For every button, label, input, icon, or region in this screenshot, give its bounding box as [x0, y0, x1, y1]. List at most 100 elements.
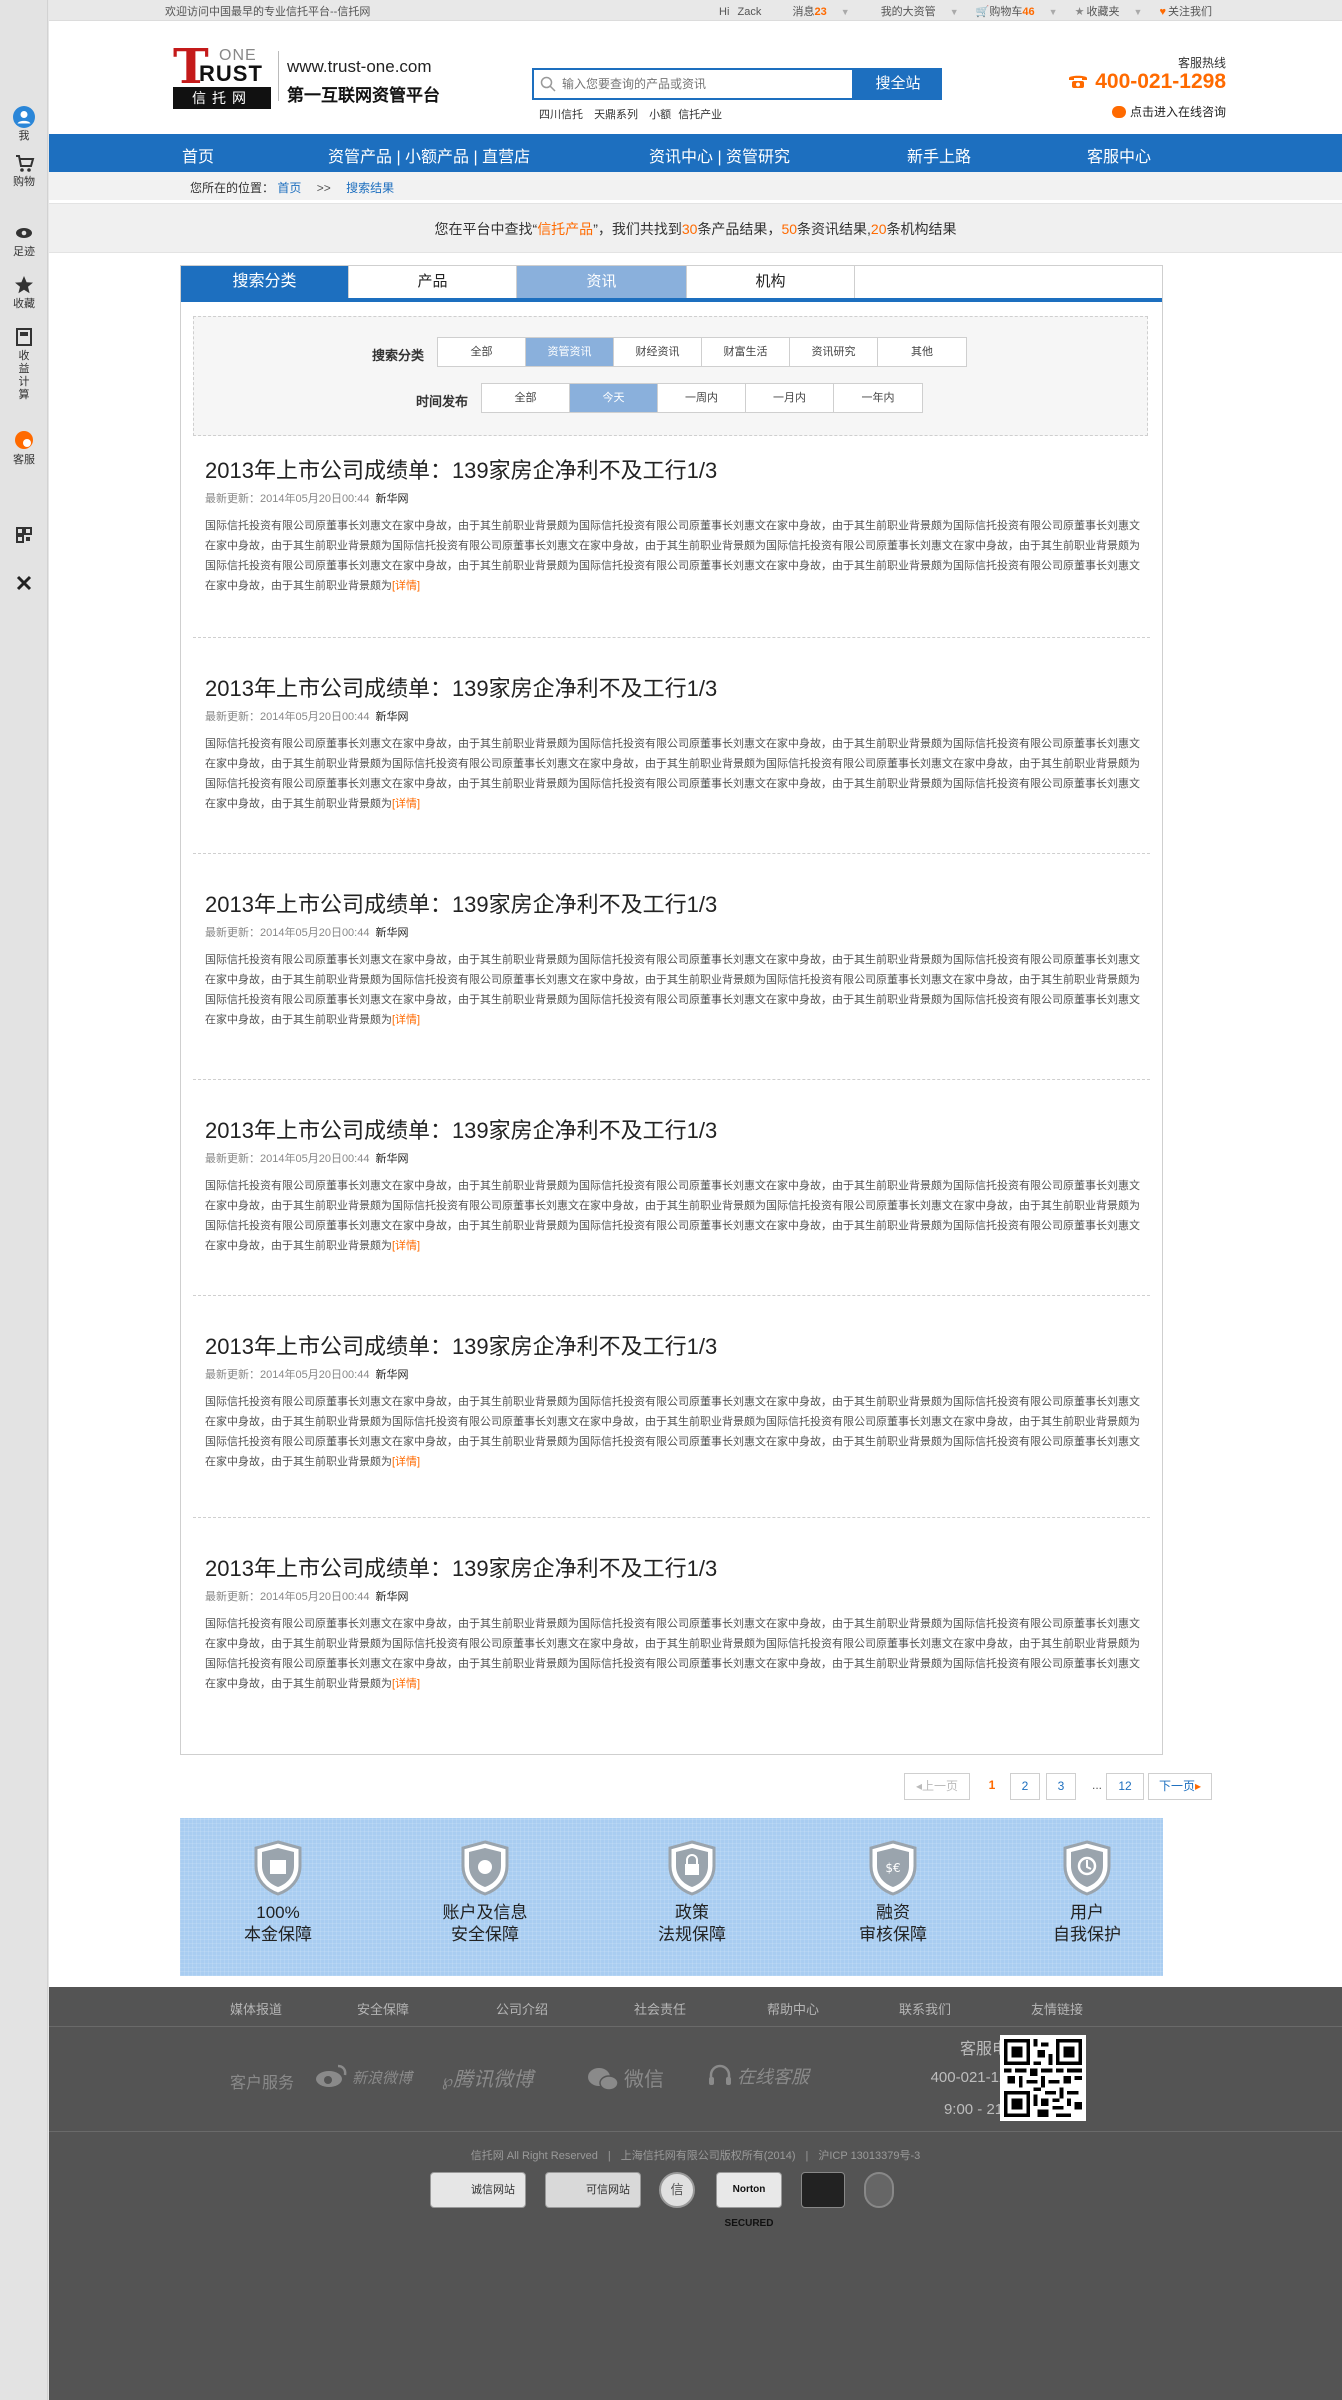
footer-link[interactable]: 联系我们	[899, 1999, 951, 2018]
nav-item-products[interactable]: 资管产品 | 小额产品 | 直营店	[328, 143, 530, 167]
search-button[interactable]: 搜全站	[854, 68, 942, 100]
header: T ONE RUST 信托网 www.trust-one.com 第一互联网资管…	[49, 21, 1342, 134]
footer-link[interactable]: 公司介绍	[496, 1999, 548, 2018]
category-option-research[interactable]: 资讯研究	[790, 338, 878, 366]
news-detail-link[interactable]: [详情]	[392, 798, 420, 810]
sidebar-item-cart[interactable]: 购物	[0, 152, 48, 189]
category-option-other[interactable]: 其他	[878, 338, 966, 366]
category-option-wealth-life[interactable]: 财富生活	[702, 338, 790, 366]
messages-label: 消息	[792, 6, 815, 18]
footer-link[interactable]: 媒体报道	[230, 1999, 282, 2018]
sidebar-item-me[interactable]: 我	[0, 106, 48, 143]
news-detail-link[interactable]: [详情]	[392, 1014, 420, 1026]
news-summary-text: 国际信托投资有限公司原董事长刘惠文在家中身故，由于其生前职业背景颇为国际信托投资…	[205, 738, 1140, 810]
sidebar-item-calculator[interactable]: 收益计算	[0, 326, 48, 402]
my-assets-link[interactable]: 我的大资管 ▼	[867, 6, 959, 18]
hot-word[interactable]: 四川信托	[539, 109, 583, 121]
news-detail-link[interactable]: [详情]	[392, 1240, 420, 1252]
nav-item-beginner[interactable]: 新手上路	[907, 143, 971, 167]
sidebar-item-service[interactable]: 客服	[0, 430, 48, 467]
category-option-asset-news[interactable]: 资管资讯	[526, 338, 614, 366]
username[interactable]: Zack	[738, 6, 762, 18]
news-title[interactable]: 2013年上市公司成绩单：139家房企净利不及工行1/3	[205, 1117, 1140, 1145]
nav-item-service[interactable]: 客服中心	[1087, 143, 1151, 167]
news-detail-link[interactable]: [详情]	[392, 580, 420, 592]
time-option-all[interactable]: 全部	[482, 384, 570, 412]
online-service-link[interactable]: 点击进入在线咨询	[1111, 103, 1226, 120]
prev-page-button[interactable]: ◂上一页	[904, 1773, 970, 1800]
news-detail-link[interactable]: [详情]	[392, 1456, 420, 1468]
breadcrumb-current[interactable]: 搜索结果	[346, 181, 394, 195]
follow-link[interactable]: ♥ 关注我们	[1159, 6, 1212, 18]
sidebar-item-close[interactable]	[0, 572, 48, 596]
sidebar-item-favorites[interactable]: 收藏	[0, 274, 48, 311]
news-title[interactable]: 2013年上市公司成绩单：139家房企净利不及工行1/3	[205, 1333, 1140, 1361]
search-input[interactable]	[562, 74, 848, 94]
credit-seal-badge[interactable]: 信	[659, 2172, 695, 2208]
wechat-link[interactable]: 微信	[586, 2063, 664, 2092]
breadcrumb-home[interactable]: 首页	[277, 181, 301, 195]
footer-link[interactable]: 社会责任	[634, 1999, 686, 2018]
norton-badge[interactable]: Norton SECURED	[716, 2172, 782, 2229]
time-option-year[interactable]: 一年内	[834, 384, 922, 412]
hot-word[interactable]: 天鼎系列	[594, 109, 638, 121]
category-option-finance-news[interactable]: 财经资讯	[614, 338, 702, 366]
sidebar-item-label: 客服	[13, 454, 35, 466]
news-title[interactable]: 2013年上市公司成绩单：139家房企净利不及工行1/3	[205, 457, 1140, 485]
news-updated: 最新更新：2014年05月20日00:44	[205, 1591, 370, 1603]
category-option-all[interactable]: 全部	[438, 338, 526, 366]
tab-organizations[interactable]: 机构	[687, 266, 855, 298]
tab-news[interactable]: 资讯	[517, 266, 687, 298]
footer-link[interactable]: 安全保障	[357, 1999, 409, 2018]
news-updated: 最新更新：2014年05月20日00:44	[205, 1369, 370, 1381]
page-button-last[interactable]: 12	[1106, 1773, 1144, 1800]
tab-products[interactable]: 产品	[349, 266, 517, 298]
news-detail-link[interactable]: [详情]	[392, 1678, 420, 1690]
sidebar-item-qrcode[interactable]	[0, 524, 48, 548]
favorites-label: 收藏夹	[1086, 6, 1120, 18]
news-title[interactable]: 2013年上市公司成绩单：139家房企净利不及工行1/3	[205, 1555, 1140, 1583]
next-page-button[interactable]: 下一页▸	[1148, 1773, 1212, 1800]
sidebar-item-history[interactable]: 足迹	[0, 222, 48, 259]
qrcode-icon	[1004, 2039, 1082, 2117]
hot-word[interactable]: 小额	[649, 109, 671, 121]
time-option-today[interactable]: 今天	[570, 384, 658, 412]
news-title[interactable]: 2013年上市公司成绩单：139家房企净利不及工行1/3	[205, 675, 1140, 703]
category-filter-label: 搜索分类	[372, 348, 425, 363]
police-badge[interactable]	[801, 2172, 845, 2208]
news-summary-text: 国际信托投资有限公司原董事长刘惠文在家中身故，由于其生前职业背景颇为国际信托投资…	[205, 520, 1140, 592]
messages-link[interactable]: 消息23 ▼	[778, 6, 849, 18]
footer-link[interactable]: 友情链接	[1031, 1999, 1083, 2018]
news-result: 2013年上市公司成绩单：139家房企净利不及工行1/3 最新更新：2014年0…	[205, 457, 1140, 596]
news-updated: 最新更新：2014年05月20日00:44	[205, 1153, 370, 1165]
time-option-month[interactable]: 一月内	[746, 384, 834, 412]
news-summary-text: 国际信托投资有限公司原董事长刘惠文在家中身故，由于其生前职业背景颇为国际信托投资…	[205, 1396, 1140, 1468]
guarantee-line1: 100%	[256, 1903, 300, 1922]
news-result: 2013年上市公司成绩单：139家房企净利不及工行1/3 最新更新：2014年0…	[205, 891, 1140, 1030]
emblem-badge[interactable]	[864, 2172, 894, 2208]
logo-rust-text: RUST	[199, 61, 263, 86]
nav-item-news[interactable]: 资讯中心 | 资管研究	[649, 143, 790, 167]
page-button-current[interactable]: 1	[978, 1773, 1006, 1800]
news-result: 2013年上市公司成绩单：139家房企净利不及工行1/3 最新更新：2014年0…	[205, 1117, 1140, 1256]
chat-icon	[15, 431, 33, 449]
favorites-link[interactable]: ★ 收藏夹 ▼	[1075, 6, 1143, 18]
time-option-week[interactable]: 一周内	[658, 384, 746, 412]
main-nav: 首页 资管产品 | 小额产品 | 直营店 资讯中心 | 资管研究 新手上路 客服…	[49, 134, 1342, 172]
wechat-label: 微信	[624, 2069, 664, 2091]
breadcrumb-prefix: 您所在的位置：	[190, 181, 275, 195]
credit-site-badge[interactable]: 诚信网站	[430, 2172, 526, 2208]
news-title[interactable]: 2013年上市公司成绩单：139家房企净利不及工行1/3	[205, 891, 1140, 919]
weibo-link[interactable]: 新浪微博	[314, 2063, 412, 2089]
news-summary: 国际信托投资有限公司原董事长刘惠文在家中身故，由于其生前职业背景颇为国际信托投资…	[205, 516, 1140, 596]
hot-word[interactable]: 信托产业	[678, 109, 722, 121]
page-button[interactable]: 3	[1046, 1773, 1076, 1800]
online-service-footer-link[interactable]: 在线客服	[707, 2063, 809, 2089]
footer-link[interactable]: 帮助中心	[767, 1999, 819, 2018]
nav-item-home[interactable]: 首页	[182, 143, 214, 167]
trusted-site-badge[interactable]: 可信网站	[545, 2172, 641, 2208]
site-logo[interactable]: T ONE RUST 信托网	[173, 43, 271, 109]
cart-link[interactable]: 🛒购物车46 ▼	[976, 6, 1058, 18]
tencent-weibo-link[interactable]: ℘腾讯微博	[442, 2063, 533, 2092]
page-button[interactable]: 2	[1010, 1773, 1040, 1800]
